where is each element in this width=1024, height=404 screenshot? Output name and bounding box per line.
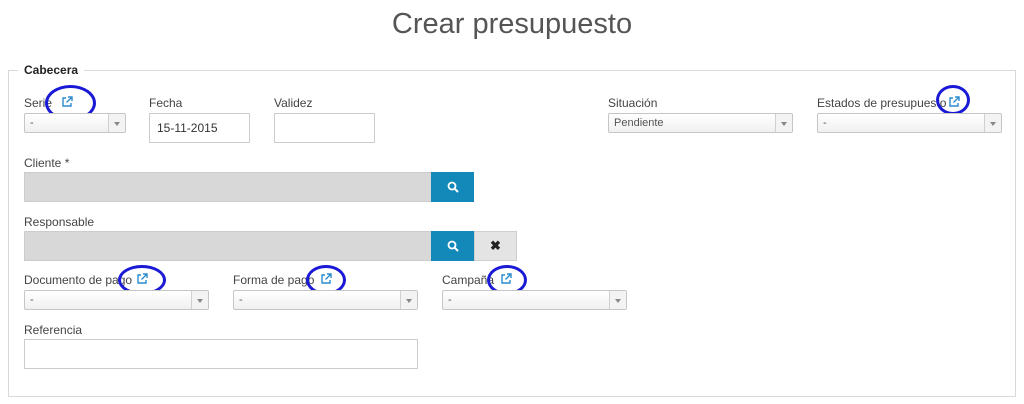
forma-pago-select[interactable]: - xyxy=(233,290,418,310)
fecha-input[interactable]: 15-11-2015 xyxy=(149,113,250,143)
external-link-icon[interactable] xyxy=(61,96,73,108)
responsable-search-button[interactable] xyxy=(431,231,474,261)
section-title: Cabecera xyxy=(18,63,85,77)
documento-pago-value: - xyxy=(30,294,34,306)
external-link-icon[interactable] xyxy=(948,96,960,108)
chevron-down-icon xyxy=(108,114,125,132)
cliente-label: Cliente * xyxy=(24,156,70,170)
estados-label: Estados de presupuesto xyxy=(817,96,947,110)
fecha-label: Fecha xyxy=(149,96,183,110)
referencia-label: Referencia xyxy=(24,323,83,337)
chevron-down-icon xyxy=(775,114,792,132)
external-link-icon[interactable] xyxy=(500,273,512,285)
campana-select[interactable]: - xyxy=(442,290,627,310)
estados-select[interactable]: - xyxy=(817,113,1002,133)
external-link-icon[interactable] xyxy=(320,273,332,285)
campana-value: - xyxy=(448,294,452,306)
search-icon xyxy=(447,181,459,193)
search-icon xyxy=(447,240,459,252)
campana-label: Campaña xyxy=(442,273,495,287)
forma-pago-value: - xyxy=(239,294,243,306)
chevron-down-icon xyxy=(609,291,626,309)
situacion-value: Pendiente xyxy=(614,117,664,129)
external-link-icon[interactable] xyxy=(136,273,148,285)
serie-label: Serie xyxy=(24,96,53,110)
serie-value: - xyxy=(30,117,34,129)
cliente-input[interactable] xyxy=(24,172,432,202)
chevron-down-icon xyxy=(191,291,208,309)
situacion-select[interactable]: Pendiente xyxy=(608,113,793,133)
referencia-input[interactable] xyxy=(24,339,418,369)
validez-label: Validez xyxy=(274,96,313,110)
documento-pago-label: Documento de pago xyxy=(24,273,133,287)
chevron-down-icon xyxy=(400,291,417,309)
situacion-label: Situación xyxy=(608,96,658,110)
cliente-search-button[interactable] xyxy=(431,172,474,202)
chevron-down-icon xyxy=(984,114,1001,132)
close-icon: ✖ xyxy=(490,238,501,253)
responsable-clear-button[interactable]: ✖ xyxy=(474,231,517,261)
forma-pago-label: Forma de pago xyxy=(233,273,315,287)
responsable-label: Responsable xyxy=(24,215,95,229)
serie-select[interactable]: - xyxy=(24,113,126,133)
page-title: Crear presupuesto xyxy=(391,8,633,40)
validez-input[interactable] xyxy=(274,113,375,143)
responsable-input[interactable] xyxy=(24,231,432,261)
documento-pago-select[interactable]: - xyxy=(24,290,209,310)
estados-value: - xyxy=(823,117,827,129)
